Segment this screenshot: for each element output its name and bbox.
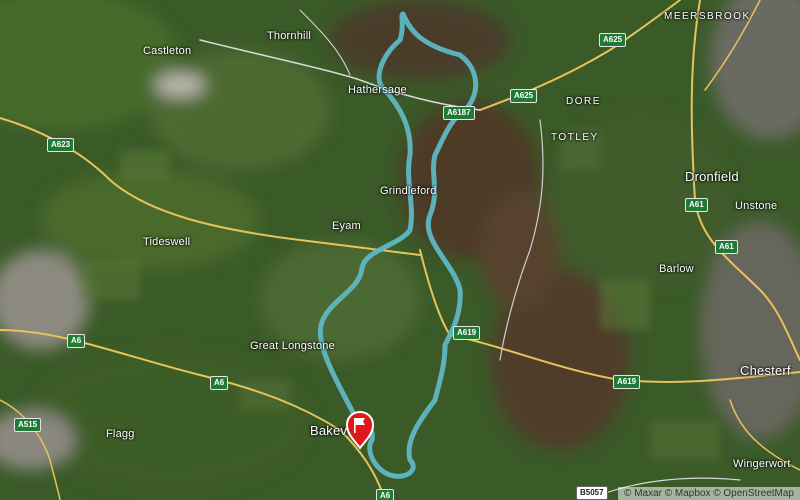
- road-shield-a6-mid: A6: [210, 376, 229, 390]
- road-shield-a61-north: A61: [685, 198, 708, 212]
- place-wingerworth: Wingerwort: [733, 458, 791, 470]
- place-bakewell: Bakev: [310, 423, 348, 438]
- road-shield-a6-south: A6: [376, 489, 395, 500]
- road-shield-a625-north: A625: [599, 33, 627, 47]
- road-shield-a625-south: A625: [510, 89, 538, 103]
- place-thornhill: Thornhill: [267, 30, 311, 42]
- place-meersbrook: MEERSBROOK: [664, 11, 751, 22]
- satellite-imagery: [0, 0, 800, 500]
- map-attribution[interactable]: © Maxar © Mapbox © OpenStreetMap: [618, 487, 800, 500]
- place-barlow: Barlow: [659, 263, 694, 275]
- road-shield-a61-south: A61: [715, 240, 738, 254]
- place-eyam: Eyam: [332, 220, 361, 232]
- road-shield-a515: A515: [14, 418, 42, 432]
- place-hathersage: Hathersage: [348, 84, 407, 96]
- flag-marker-icon: [345, 410, 375, 450]
- road-shield-a619-east: A619: [613, 375, 641, 389]
- road-shield-a619-west: A619: [453, 326, 481, 340]
- place-dore: DORE: [566, 96, 601, 107]
- place-grindleford: Grindleford: [380, 185, 437, 197]
- place-castleton: Castleton: [143, 45, 192, 57]
- road-shield-b5057: B5057: [576, 486, 608, 500]
- place-tideswell: Tideswell: [143, 236, 191, 248]
- map-view[interactable]: Castleton Thornhill Hathersage MEERSBROO…: [0, 0, 800, 500]
- place-totley: TOTLEY: [551, 132, 599, 143]
- place-unstone: Unstone: [735, 200, 778, 212]
- road-shield-a6187: A6187: [443, 106, 475, 120]
- road-shield-a6-west: A6: [67, 334, 86, 348]
- place-great-longstone: Great Longstone: [250, 340, 335, 352]
- place-flagg: Flagg: [106, 428, 135, 440]
- road-shield-a623: A623: [47, 138, 75, 152]
- place-chesterfield: Chesterf: [740, 363, 791, 378]
- place-dronfield: Dronfield: [685, 169, 739, 184]
